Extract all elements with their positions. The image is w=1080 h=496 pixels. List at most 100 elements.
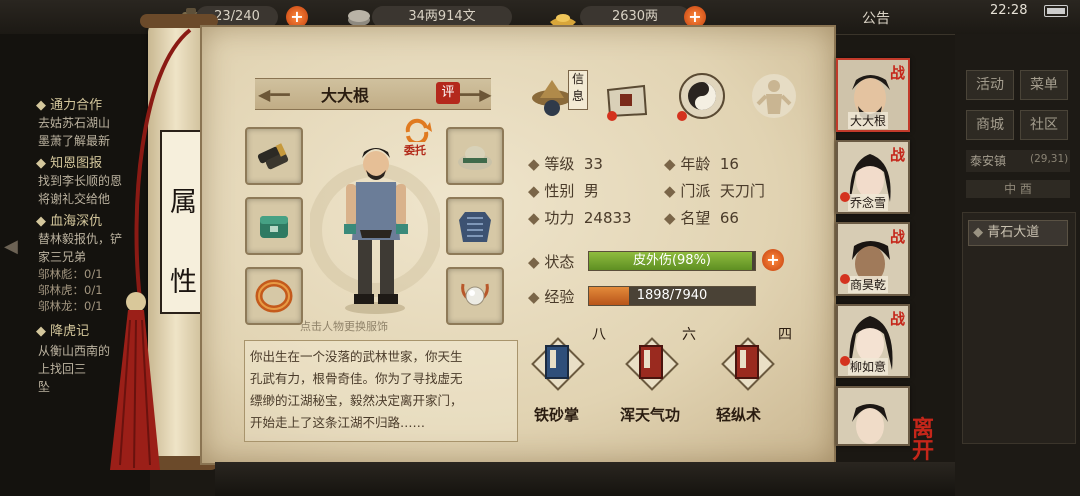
collapse-arrow-icon[interactable]: ◀ (4, 236, 18, 257)
stat-age: ◆ 年龄 16 (664, 155, 739, 173)
activity-button[interactable]: 活动 (966, 70, 1014, 100)
shop-button[interactable]: 商城 (966, 110, 1014, 140)
road-name: 青石大道 (987, 225, 1040, 240)
quest-title[interactable]: ◆ 知恩图报 (36, 152, 102, 171)
battle-flag: 战 (890, 228, 906, 246)
skill-name: 轻纵术 (716, 406, 762, 424)
leave-button[interactable]: 离开 (912, 418, 952, 462)
exp-bar: 1898/7940 (588, 286, 756, 306)
quest-line: 家三兄弟 (38, 250, 87, 264)
map-list (962, 212, 1076, 444)
skill-grade: 八 (592, 327, 606, 343)
rate-button[interactable]: 评 (436, 82, 460, 104)
quest-line: 上找回三 (38, 362, 87, 376)
tab-body[interactable] (748, 70, 802, 124)
equip-slot-ring[interactable] (245, 267, 303, 325)
portrait-face (838, 388, 908, 444)
party-member-dadagen[interactable]: 战 大大根 (836, 58, 910, 132)
tab-skills[interactable] (676, 70, 730, 124)
hat-icon (458, 146, 492, 170)
character-name: 大大根 (320, 86, 369, 105)
equip-slot-hat[interactable] (446, 127, 504, 185)
state-text: 皮外伤(98%) (632, 253, 712, 268)
skill-book-tieshazhang[interactable] (526, 332, 590, 396)
alert-dot (840, 274, 850, 284)
skill-name: 浑天气功 (620, 406, 681, 424)
quest-title[interactable]: ◆ 降虎记 (36, 320, 89, 339)
party-member-name: 大大根 (848, 112, 889, 129)
party-member-qiaonianxue[interactable]: 战 乔念雪 (836, 140, 910, 214)
community-button[interactable]: 社区 (1020, 110, 1068, 140)
alert-dot (840, 192, 850, 202)
equip-slot-necklace[interactable] (446, 267, 504, 325)
skill-book-huntianqigong[interactable] (620, 332, 684, 396)
meridian-body-icon (752, 74, 796, 118)
clock: 22:28 (990, 3, 1028, 18)
skill-grade: 四 (778, 327, 792, 343)
battery-icon (1044, 5, 1068, 17)
exp-text: 1898/7940 (636, 288, 708, 303)
quest-progress: 邬林虎：0/1 (38, 283, 103, 297)
change-outfit-hint: 点击人物更换服饰 (300, 320, 388, 333)
info-tab-label: 信息 (568, 70, 588, 110)
sect-value: 天刀门 (719, 182, 765, 200)
stat-power: ◆ 功力 24833 (528, 209, 632, 227)
state-label: ◆ 状态 (528, 253, 575, 271)
party-member-liuruyi[interactable]: 战 柳如意 (836, 304, 910, 378)
stat-sect: ◆ 门派 天刀门 (664, 182, 765, 200)
party-member-name: 柳如意 (848, 358, 889, 375)
manual-book-icon (721, 337, 775, 391)
location-name: 泰安镇 (970, 154, 1007, 168)
location-bar: 泰安镇 (29,31) (966, 150, 1070, 172)
equip-slot-armor[interactable] (446, 197, 504, 255)
quest-title[interactable]: ◆ 血海深仇 (36, 210, 102, 229)
skill-name: 铁砂掌 (534, 406, 580, 424)
state-bar: 皮外伤(98%) (588, 251, 756, 271)
jade-box-icon (260, 216, 288, 238)
banner-right-ornament: ━━▶ (460, 85, 492, 104)
battle-flag: 战 (890, 310, 906, 328)
manual-book-icon (531, 337, 585, 391)
notice-button[interactable]: 公告 (862, 8, 890, 28)
manual-book-icon (625, 337, 679, 391)
party-member-shanghaoqian[interactable]: 战 商昊乾 (836, 222, 910, 296)
stat-level: ◆ 等级 33 (528, 155, 603, 173)
heal-button[interactable]: + (762, 249, 784, 271)
bio-line: 孔武有力，根骨奇佳。你为了寻找虚无 (250, 371, 463, 386)
quest-title[interactable]: ◆ 通力合作 (36, 94, 102, 113)
equip-slot-weapon[interactable] (245, 127, 303, 185)
alert-dot (840, 356, 850, 366)
battle-flag: 战 (890, 64, 906, 82)
power-value: 24833 (583, 209, 632, 227)
quest-line: 坠 (38, 380, 51, 394)
equip-slot-accessory[interactable] (245, 197, 303, 255)
ring-icon (255, 279, 293, 313)
age-value: 16 (719, 155, 739, 173)
party-member-name: 乔念雪 (848, 194, 889, 211)
bag-pouch-icon (606, 84, 648, 121)
tab-inventory[interactable] (600, 70, 654, 124)
quest-progress: 邬林彪：0/1 (38, 267, 103, 281)
stat-gender: ◆ 性别 男 (528, 182, 599, 200)
party-member-name: 商昊乾 (848, 276, 889, 293)
party-member-5[interactable] (836, 386, 910, 446)
quest-progress: 邬林龙：0/1 (38, 299, 103, 313)
character-figure[interactable] (310, 130, 440, 320)
time-indicator: 中 酉 (966, 180, 1070, 198)
armor-icon (459, 212, 491, 242)
gender-value: 男 (583, 182, 599, 200)
fame-value: 66 (719, 209, 739, 227)
location-coords: (29,31) (1030, 153, 1069, 165)
level-value: 33 (583, 155, 603, 173)
exp-label: ◆ 经验 (528, 288, 575, 306)
skill-grade: 六 (682, 327, 696, 343)
bio-line: 缥缈的江湖秘宝，毅然决定离开家门， (250, 393, 463, 408)
bio-line: 开始走上了这条江湖不归路…… (250, 415, 426, 430)
dagger-pair-icon (257, 143, 289, 170)
battle-flag: 战 (890, 146, 906, 164)
pearl-necklace-icon (461, 283, 489, 306)
tassel-decoration (110, 28, 192, 470)
menu-button[interactable]: 菜单 (1020, 70, 1068, 100)
skill-book-qingzongshu[interactable] (716, 332, 780, 396)
road-item[interactable]: ◆ 青石大道 (968, 220, 1068, 246)
